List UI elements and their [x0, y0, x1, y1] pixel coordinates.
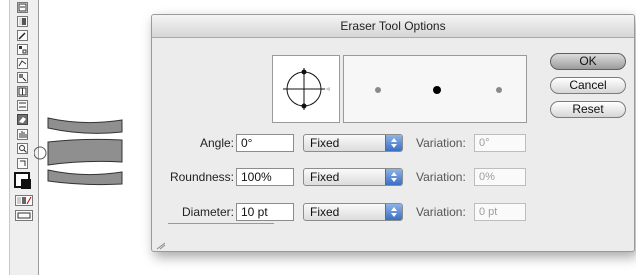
angle-mode-value: Fixed — [310, 136, 340, 150]
swap-colors-icon[interactable] — [17, 158, 28, 169]
diameter-variation-label: Variation: — [416, 205, 466, 219]
live-paint-icon[interactable] — [17, 58, 28, 69]
sample-shape-top — [47, 117, 123, 134]
eraser-icon[interactable] — [17, 114, 28, 125]
dialog-titlebar[interactable]: Eraser Tool Options — [152, 15, 634, 38]
resize-grip-icon[interactable] — [156, 237, 166, 250]
eraser-cursor-icon — [33, 146, 47, 160]
reset-button[interactable]: Reset — [550, 101, 626, 118]
roundness-variation-label: Variation: — [416, 170, 466, 184]
blend-icon[interactable] — [17, 44, 28, 55]
current-size-dot — [433, 86, 441, 94]
live-paint-select-icon[interactable] — [17, 72, 28, 83]
diameter-slider-track[interactable] — [168, 223, 274, 224]
roundness-label: Roundness: — [169, 170, 234, 184]
dialog-title: Eraser Tool Options — [340, 19, 446, 33]
select-arrows-icon — [385, 135, 402, 151]
roundness-mode-value: Fixed — [310, 170, 340, 184]
angle-mode-select[interactable]: Fixed — [303, 134, 403, 152]
max-size-dot — [496, 87, 502, 93]
screen-mode-icon[interactable] — [15, 210, 33, 221]
cancel-button[interactable]: Cancel — [550, 77, 626, 94]
fill-stroke-icon[interactable] — [14, 172, 31, 189]
slice-icon[interactable] — [17, 100, 28, 111]
angle-variation-field[interactable]: 0° — [474, 134, 526, 152]
angle-label: Angle: — [199, 136, 234, 150]
type-icon[interactable] — [17, 2, 28, 13]
min-size-dot — [375, 87, 381, 93]
angle-variation-label: Variation: — [416, 136, 466, 150]
sample-shape-middle — [47, 138, 123, 166]
angle-field[interactable]: 0° — [236, 134, 294, 152]
diameter-field[interactable]: 10 pt — [236, 203, 294, 221]
select-arrows-icon — [385, 169, 402, 185]
symbol-sprayer-icon[interactable] — [17, 86, 28, 97]
brush-shape-preview[interactable] — [272, 55, 340, 123]
diameter-mode-value: Fixed — [310, 205, 340, 219]
sample-shape-bottom — [47, 169, 123, 186]
artboard-sample — [33, 110, 134, 200]
roundness-field[interactable]: 100% — [236, 168, 294, 186]
roundness-mode-select[interactable]: Fixed — [303, 168, 403, 186]
color-mode-icon[interactable] — [15, 195, 33, 206]
diameter-mode-select[interactable]: Fixed — [303, 203, 403, 221]
hand-icon[interactable] — [17, 129, 28, 140]
select-arrows-icon — [385, 204, 402, 220]
diameter-variation-field[interactable]: 0 pt — [474, 203, 526, 221]
eyedropper-icon[interactable] — [17, 30, 28, 41]
diameter-label: Diameter: — [181, 205, 234, 219]
zoom-icon[interactable] — [17, 143, 28, 154]
roundness-variation-field[interactable]: 0% — [474, 168, 526, 186]
gradient-icon[interactable] — [17, 16, 28, 27]
eraser-tool-options-dialog: Eraser Tool Options OK Cancel Reset Angl… — [151, 14, 635, 252]
ok-button[interactable]: OK — [550, 53, 626, 70]
brush-size-preview — [343, 55, 527, 123]
